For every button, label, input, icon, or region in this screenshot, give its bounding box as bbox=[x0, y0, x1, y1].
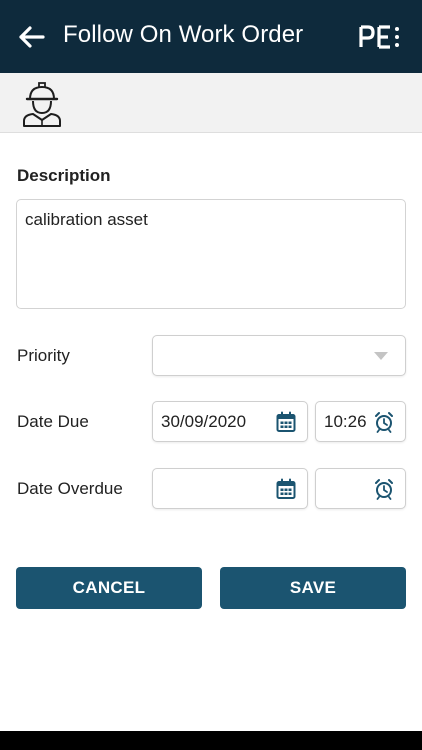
calendar-icon[interactable] bbox=[276, 411, 296, 433]
time-due-value: 10:26 bbox=[324, 412, 367, 431]
pe-logo-icon[interactable] bbox=[358, 25, 402, 49]
worker-hardhat-icon[interactable] bbox=[20, 81, 64, 127]
date-due-value: 30/09/2020 bbox=[161, 412, 247, 431]
dropdown-caret-icon bbox=[374, 352, 388, 360]
alarm-clock-icon[interactable] bbox=[374, 478, 394, 500]
system-nav-bar bbox=[0, 731, 422, 750]
priority-select[interactable] bbox=[152, 335, 406, 376]
calendar-icon[interactable] bbox=[276, 478, 296, 500]
date-due-field[interactable]: 30/09/2020 bbox=[152, 401, 308, 442]
alarm-clock-icon[interactable] bbox=[374, 411, 394, 433]
date-overdue-field[interactable] bbox=[152, 468, 308, 509]
date-due-label: Date Due bbox=[17, 412, 89, 431]
time-due-field[interactable]: 10:26 bbox=[315, 401, 406, 442]
description-field[interactable]: calibration asset bbox=[16, 199, 406, 309]
time-overdue-field[interactable] bbox=[315, 468, 406, 509]
priority-label: Priority bbox=[17, 346, 70, 365]
arrow-left-icon bbox=[19, 26, 45, 48]
description-label: Description bbox=[17, 166, 111, 185]
app-bar: Follow On Work Order bbox=[0, 0, 422, 73]
date-overdue-label: Date Overdue bbox=[17, 479, 123, 498]
assignee-bar bbox=[0, 73, 422, 133]
save-button[interactable]: SAVE bbox=[220, 567, 406, 609]
back-button[interactable] bbox=[14, 20, 48, 54]
page-title: Follow On Work Order bbox=[63, 21, 304, 48]
cancel-button[interactable]: CANCEL bbox=[16, 567, 202, 609]
